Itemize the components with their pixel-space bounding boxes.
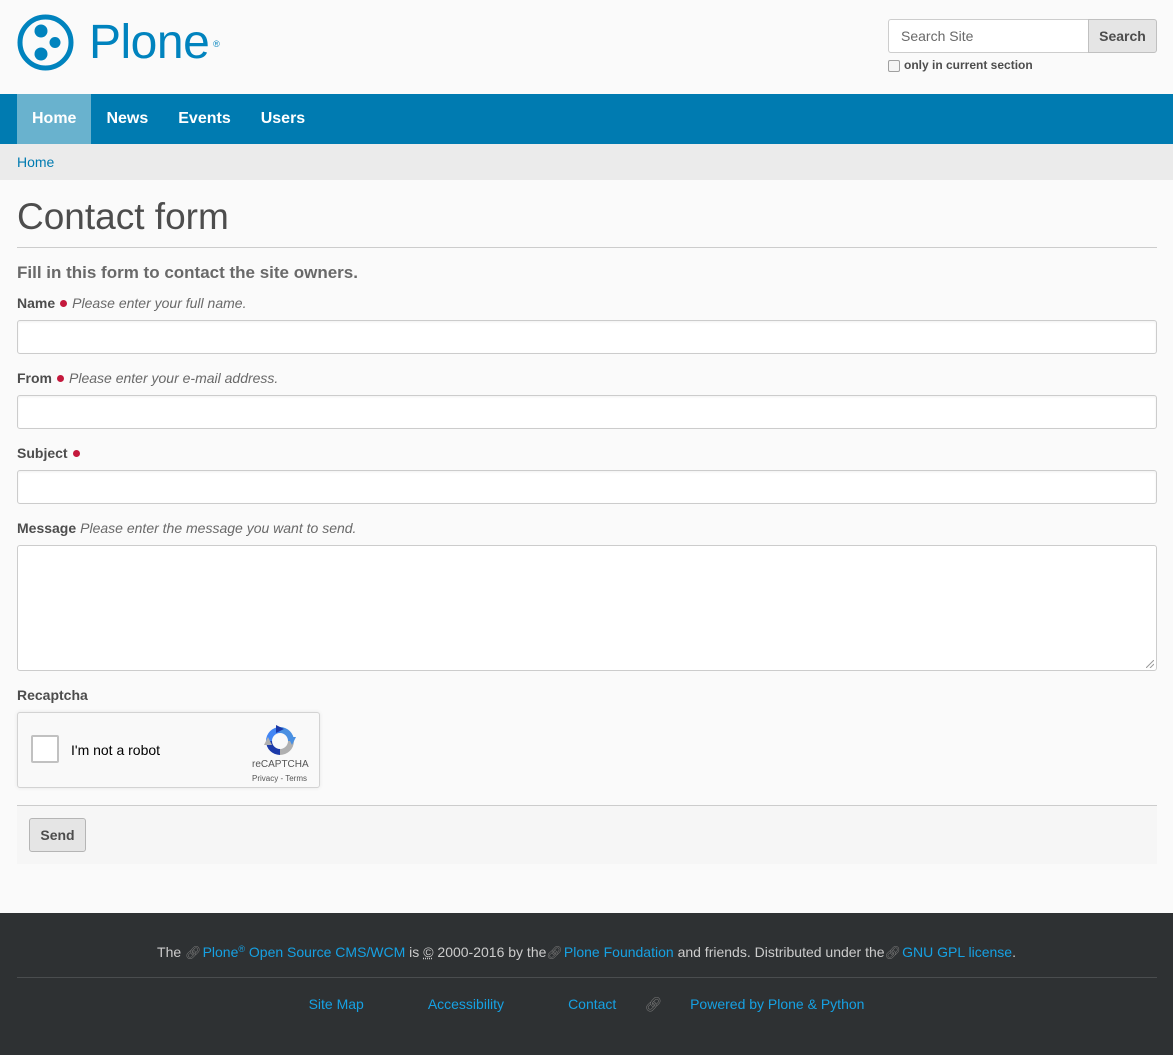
recaptcha-privacy-link[interactable]: Privacy <box>252 774 278 783</box>
recaptcha-brand: reCAPTCHA <box>252 759 309 770</box>
recaptcha-label: Recaptcha <box>17 687 88 703</box>
message-field-label: Message Please enter the message you wan… <box>17 520 356 536</box>
footer-contact-link[interactable]: Contact <box>568 996 616 1013</box>
current-section-checkbox[interactable] <box>888 60 900 72</box>
link-icon: 🔗︎ <box>546 945 563 960</box>
search-form: Search only in current section <box>888 19 1157 72</box>
copyright-symbol: © <box>423 944 434 960</box>
cms-link[interactable]: Open Source CMS/WCM <box>249 944 405 960</box>
recaptcha-logo-icon <box>264 725 296 755</box>
form-actions: Send <box>17 806 1157 864</box>
required-indicator-icon <box>57 374 64 382</box>
message-textarea[interactable] <box>17 545 1157 671</box>
name-field-label: Name Please enter your full name. <box>17 295 246 311</box>
name-input[interactable] <box>17 320 1157 354</box>
from-label: From <box>17 370 52 386</box>
recaptcha-links: Privacy - Terms <box>252 774 307 783</box>
from-help: Please enter your e-mail address. <box>69 370 279 386</box>
recaptcha-widget: I'm not a robot reCAPTCHA Privacy - Term… <box>17 712 320 788</box>
nav-item-news[interactable]: News <box>91 94 163 144</box>
footer-site-map-link[interactable]: Site Map <box>309 996 364 1013</box>
breadcrumb: Home <box>0 144 1173 180</box>
resize-handle-icon[interactable] <box>1146 660 1154 668</box>
title-divider <box>17 247 1157 248</box>
link-icon: 🔗︎ <box>884 945 902 960</box>
search-button[interactable]: Search <box>1088 19 1157 53</box>
link-icon: 🔗︎ <box>185 945 202 960</box>
main-navigation: Home News Events Users <box>0 94 1173 144</box>
message-help: Please enter the message you want to sen… <box>80 520 357 536</box>
site-header: Plone® Search only in current section <box>0 0 1173 94</box>
page-title: Contact form <box>17 196 229 237</box>
gpl-license-link[interactable]: 🔗︎GNU GPL license <box>885 944 1012 960</box>
plone-link[interactable]: 🔗︎Plone® <box>185 944 245 960</box>
footer-links: Site Map Accessibility Contact 🔗︎ Powere… <box>0 996 1173 1013</box>
message-label: Message <box>17 520 77 536</box>
plone-foundation-link[interactable]: 🔗︎Plone Foundation <box>546 944 673 960</box>
page-description: Fill in this form to contact the site ow… <box>17 263 358 282</box>
footer-accessibility-link[interactable]: Accessibility <box>428 996 504 1013</box>
breadcrumb-home[interactable]: Home <box>17 154 54 170</box>
from-field-label: From Please enter your e-mail address. <box>17 370 278 386</box>
link-icon: 🔗︎ <box>644 996 663 1012</box>
name-help: Please enter your full name. <box>72 295 247 311</box>
recaptcha-text: I'm not a robot <box>71 742 161 758</box>
site-footer: The 🔗︎Plone® Open Source CMS/WCM is © 20… <box>0 913 1173 1055</box>
registered-mark: ® <box>213 39 220 49</box>
footer-colophon: The 🔗︎Plone® Open Source CMS/WCM is © 20… <box>157 944 1016 960</box>
required-indicator-icon <box>60 299 68 307</box>
from-email-input[interactable] <box>17 395 1157 429</box>
subject-label: Subject <box>17 445 68 461</box>
nav-item-events[interactable]: Events <box>163 94 245 144</box>
current-section-option[interactable]: only in current section <box>888 58 1157 72</box>
subject-field-label: Subject <box>17 445 85 461</box>
recaptcha-checkbox[interactable] <box>31 735 59 763</box>
site-logo[interactable]: Plone ® <box>17 14 220 71</box>
footer-powered-by-link[interactable]: Powered by Plone & Python <box>690 996 864 1013</box>
name-label: Name <box>17 295 56 311</box>
required-indicator-icon <box>72 449 80 457</box>
nav-item-users[interactable]: Users <box>246 94 320 144</box>
site-logo-text: Plone ® <box>89 14 220 71</box>
footer-divider <box>17 977 1157 978</box>
search-input[interactable] <box>888 19 1088 53</box>
current-section-label: only in current section <box>904 58 1033 72</box>
plone-logo-icon <box>17 14 74 71</box>
nav-item-home[interactable]: Home <box>17 94 92 144</box>
subject-input[interactable] <box>17 470 1157 504</box>
recaptcha-terms-link[interactable]: Terms <box>285 774 307 783</box>
send-button[interactable]: Send <box>29 818 86 852</box>
